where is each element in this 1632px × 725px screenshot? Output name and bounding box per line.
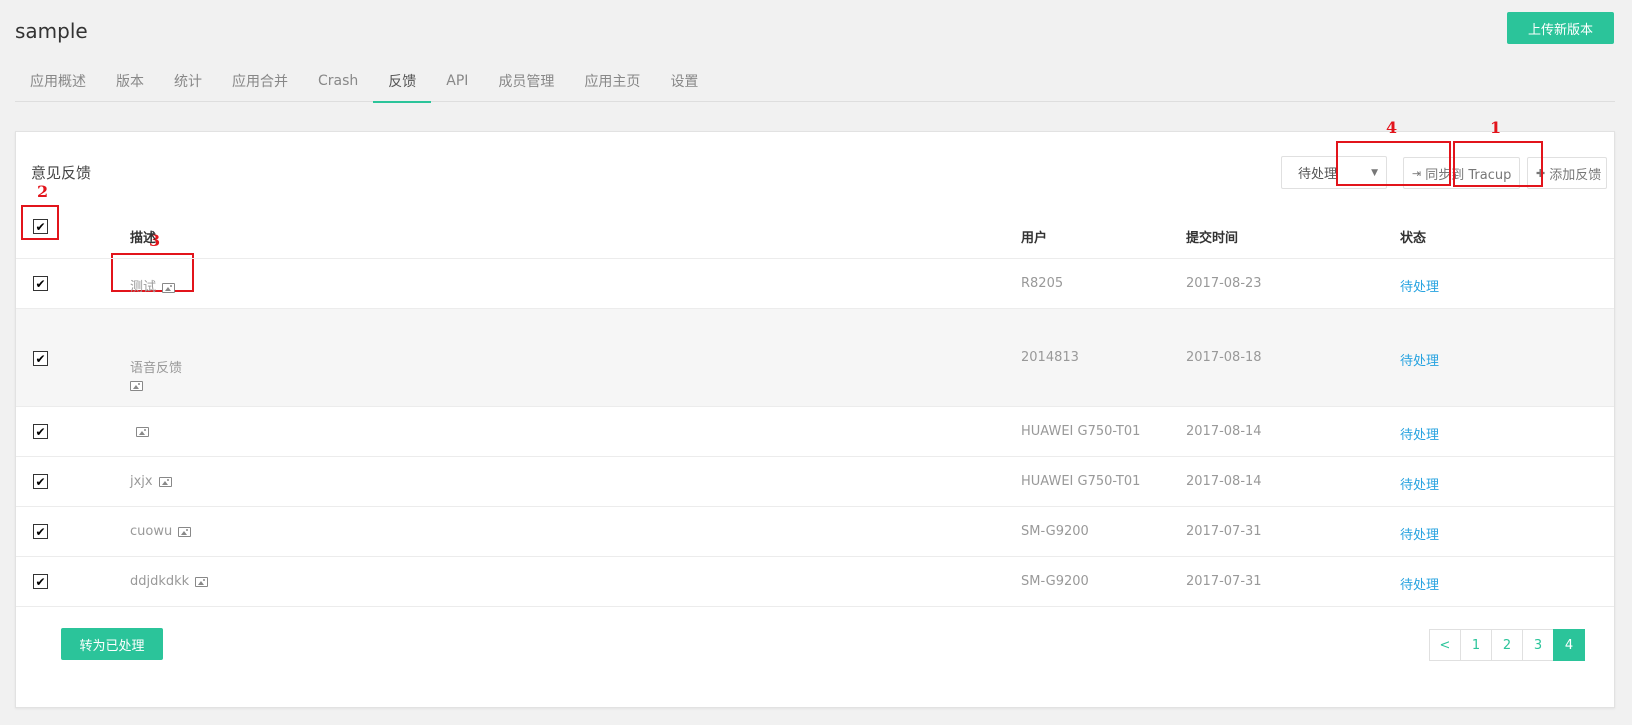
- image-icon[interactable]: [162, 282, 176, 293]
- row-time: 2017-08-14: [1186, 424, 1262, 439]
- row-description: ddjdkdkk: [130, 574, 209, 589]
- description-text: cuowu: [130, 524, 173, 539]
- row-time: 2017-08-23: [1186, 276, 1262, 291]
- row-time: 2017-07-31: [1186, 524, 1262, 539]
- table-row: ✔ jxjx HUAWEI G750-T01 2017-08-14 待处理: [16, 457, 1614, 507]
- tab-overview[interactable]: 应用概述: [15, 60, 101, 102]
- image-icon[interactable]: [136, 426, 149, 437]
- tab-versions[interactable]: 版本: [101, 60, 159, 102]
- row-description: cuowu: [130, 524, 192, 539]
- row-description: [130, 424, 149, 439]
- row-user: SM-G9200: [1021, 574, 1089, 589]
- pagination-page-4[interactable]: 4: [1553, 629, 1585, 661]
- row-time: 2017-08-18: [1186, 350, 1262, 365]
- header-status: 状态: [1400, 231, 1427, 246]
- mark-processed-button[interactable]: 转为已处理: [61, 628, 163, 660]
- row-checkbox[interactable]: ✔: [33, 276, 48, 291]
- image-icon[interactable]: [158, 476, 172, 487]
- tab-app-merge[interactable]: 应用合并: [217, 60, 303, 102]
- pagination-page-2[interactable]: 2: [1491, 629, 1523, 661]
- select-all-checkbox[interactable]: ✔: [33, 219, 48, 234]
- pagination-page-1[interactable]: 1: [1460, 629, 1492, 661]
- image-icon[interactable]: [195, 576, 209, 587]
- add-label: 添加反馈: [1549, 167, 1602, 183]
- row-user: HUAWEI G750-T01: [1021, 474, 1141, 489]
- description-text: jxjx: [130, 474, 153, 489]
- panel-title: 意见反馈: [31, 164, 92, 182]
- row-description: jxjx: [130, 474, 172, 489]
- row-user: HUAWEI G750-T01: [1021, 424, 1141, 439]
- header-time: 提交时间: [1186, 231, 1239, 246]
- tab-statistics[interactable]: 统计: [159, 60, 217, 102]
- tab-settings[interactable]: 设置: [655, 60, 713, 102]
- pagination-page-3[interactable]: 3: [1522, 629, 1554, 661]
- pagination: < 1 2 3 4: [1429, 629, 1585, 661]
- annotation-box-4: [1336, 141, 1451, 186]
- row-description: 语音反馈: [130, 357, 182, 391]
- feedback-panel: 意见反馈 待处理 ▼ ⇥ 同步到 Tracup ✚ 添加反馈 4 1 2 3 ✔…: [15, 118, 1615, 708]
- row-time: 2017-07-31: [1186, 574, 1262, 589]
- image-icon[interactable]: [130, 380, 143, 391]
- annotation-number-2: 2: [37, 182, 49, 201]
- table-row: ✔ 测试 R8205 2017-08-23 待处理: [16, 259, 1614, 309]
- description-text: 语音反馈: [130, 361, 183, 376]
- tab-bar: 应用概述 版本 统计 应用合并 Crash 反馈 API 成员管理 应用主页 设…: [15, 60, 1615, 103]
- row-user: SM-G9200: [1021, 524, 1089, 539]
- row-status-link[interactable]: 待处理: [1400, 524, 1439, 543]
- status-filter-value: 待处理: [1298, 167, 1338, 182]
- description-text: 测试: [130, 280, 157, 295]
- table-row: ✔ HUAWEI G750-T01 2017-08-14 待处理: [16, 407, 1614, 457]
- annotation-box-1: [1453, 141, 1543, 187]
- row-status-link[interactable]: 待处理: [1400, 350, 1439, 369]
- row-time: 2017-08-14: [1186, 474, 1262, 489]
- upload-new-version-button[interactable]: 上传新版本: [1507, 12, 1614, 44]
- table-row: ✔ cuowu SM-G9200 2017-07-31 待处理: [16, 507, 1614, 557]
- feedback-table: ✔ 描述 用户 提交时间 状态 ✔ 测试 R8205 2017-08-23 待处…: [16, 209, 1614, 607]
- row-status-link[interactable]: 待处理: [1400, 424, 1439, 443]
- table-header-row: ✔ 描述 用户 提交时间 状态: [16, 209, 1614, 259]
- tab-members[interactable]: 成员管理: [483, 60, 569, 102]
- row-status-link[interactable]: 待处理: [1400, 574, 1439, 593]
- row-user: R8205: [1021, 276, 1064, 291]
- row-status-link[interactable]: 待处理: [1400, 474, 1439, 493]
- row-checkbox[interactable]: ✔: [33, 424, 48, 439]
- table-row: ✔ 语音反馈 2014813 2017-08-18 待处理: [16, 309, 1614, 407]
- table-row: ✔ ddjdkdkk SM-G9200 2017-07-31 待处理: [16, 557, 1614, 607]
- row-description: 测试: [130, 276, 176, 295]
- app-title: sample: [15, 19, 88, 43]
- row-checkbox[interactable]: ✔: [33, 524, 48, 539]
- annotation-number-4: 4: [1386, 118, 1398, 137]
- description-text: ddjdkdkk: [130, 574, 190, 589]
- annotation-number-1: 1: [1490, 118, 1502, 137]
- header-description: 描述: [130, 231, 157, 246]
- tab-api[interactable]: API: [431, 60, 483, 102]
- pagination-prev[interactable]: <: [1429, 629, 1461, 661]
- tab-crash[interactable]: Crash: [303, 60, 373, 102]
- tab-feedback[interactable]: 反馈: [373, 60, 432, 103]
- row-user: 2014813: [1021, 350, 1079, 365]
- row-checkbox[interactable]: ✔: [33, 351, 48, 366]
- tab-app-homepage[interactable]: 应用主页: [569, 60, 655, 102]
- header-user: 用户: [1021, 231, 1048, 246]
- row-checkbox[interactable]: ✔: [33, 474, 48, 489]
- row-status-link[interactable]: 待处理: [1400, 276, 1439, 295]
- row-checkbox[interactable]: ✔: [33, 574, 48, 589]
- image-icon[interactable]: [178, 526, 192, 537]
